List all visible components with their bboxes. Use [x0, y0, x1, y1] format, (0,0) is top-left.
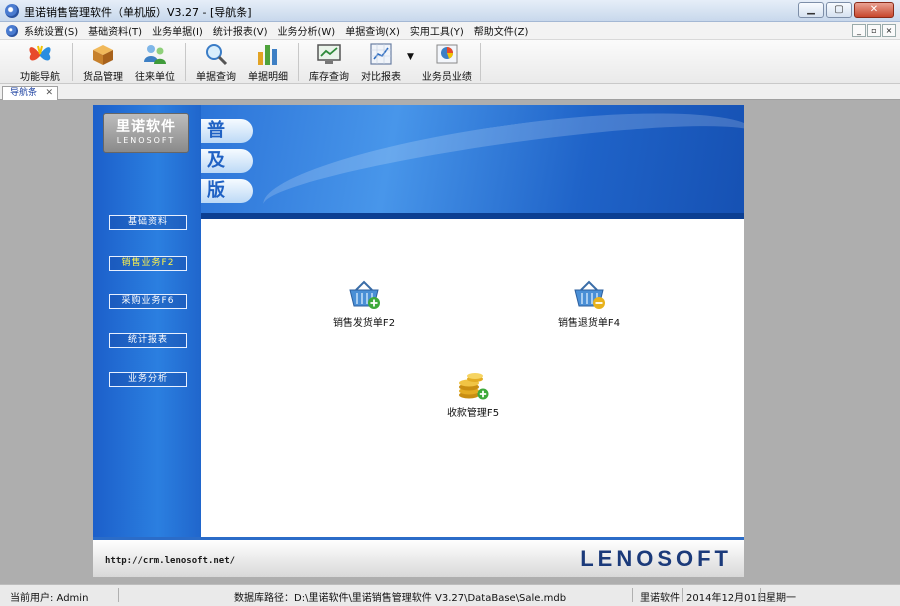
dropdown-arrow-icon[interactable]: ▼	[407, 52, 414, 62]
window-controls: ▁ ▢ ✕	[798, 2, 894, 18]
sidebar-item-analysis[interactable]: 业务分析	[109, 372, 187, 387]
menu-tools[interactable]: 实用工具(Y)	[410, 23, 464, 38]
close-icon[interactable]: ✕	[45, 87, 53, 99]
navigation-panel: 里诺软件 LENOSOFT 基础资料 销售业务F2 采购业务F6 统计报表 业务…	[93, 105, 744, 577]
workspace: 里诺软件 LENOSOFT 基础资料 销售业务F2 采购业务F6 统计报表 业务…	[0, 100, 900, 584]
basket-minus-icon	[574, 280, 605, 309]
function-area: 销售发货单F2 销售退货单F4 收款管理F5	[201, 219, 744, 537]
toolbar-goods-button[interactable]: 货品管理	[77, 40, 129, 84]
toolbar-separator	[479, 43, 481, 81]
menu-help[interactable]: 帮助文件(Z)	[474, 23, 529, 38]
status-separator	[682, 588, 683, 602]
panel-footer: http://crm.lenosoft.net/ LENOSOFT	[93, 537, 744, 577]
sidebar-item-basic-data[interactable]: 基础资料	[109, 215, 187, 230]
status-bar: 当前用户: Admin 数据库路径：D:\里诺软件\里诺销售管理软件 V3.27…	[0, 584, 900, 606]
menu-documents[interactable]: 业务单据(I)	[152, 23, 203, 38]
receipt-management-button[interactable]: 收款管理F5	[413, 369, 533, 419]
app-icon[interactable]	[5, 4, 19, 18]
toolbar-label: 往来单位	[135, 72, 175, 83]
sidebar-item-reports[interactable]: 统计报表	[109, 333, 187, 348]
butterfly-icon	[27, 42, 53, 66]
mdi-controls: _ ▫ ×	[852, 24, 896, 37]
menu-doc-query[interactable]: 单据查询(X)	[345, 23, 400, 38]
footer-brand-logo: LENOSOFT	[580, 546, 732, 571]
sidebar-item-purchase[interactable]: 采购业务F6	[109, 294, 187, 309]
pie-chart-icon	[434, 42, 460, 66]
maximize-button[interactable]: ▢	[826, 2, 852, 18]
status-db-path: 数据库路径：D:\里诺软件\里诺销售管理软件 V3.27\DataBase\Sa…	[234, 593, 567, 604]
toolbar-stock-query-button[interactable]: 库存查询	[303, 40, 355, 84]
toolbar: 功能导航 货品管理 往来单位 单据查询 单据明细 库存查询 对比报表 ▼ 业务员…	[0, 40, 900, 84]
logo-en-text: LENOSOFT	[116, 136, 176, 145]
status-separator	[118, 588, 119, 602]
footer-url-link[interactable]: http://crm.lenosoft.net/	[105, 556, 235, 566]
toolbar-label: 业务员业绩	[421, 72, 472, 83]
magnifier-icon	[203, 42, 229, 66]
report-icon	[368, 42, 394, 66]
menu-bar: 系统设置(S) 基础资料(T) 业务单据(I) 统计报表(V) 业务分析(W) …	[0, 22, 900, 40]
toolbar-separator	[185, 43, 186, 81]
status-date: 2014年12月01日	[686, 593, 767, 604]
mdi-restore-button[interactable]: ▫	[867, 24, 881, 37]
status-current-user: 当前用户: Admin	[10, 593, 89, 604]
toolbar-separator	[298, 43, 299, 81]
menu-analysis[interactable]: 业务分析(W)	[278, 23, 336, 38]
banner-wave	[257, 105, 744, 219]
toolbar-doc-query-button[interactable]: 单据查询	[190, 40, 242, 84]
basket-add-icon	[349, 280, 380, 309]
bar-chart-icon	[255, 42, 281, 66]
sales-return-label: 销售退货单F4	[557, 318, 621, 329]
window-title: 里诺销售管理软件（单机版）V3.27 - [导航条]	[24, 6, 252, 19]
status-company: 里诺软件	[640, 593, 680, 604]
tab-label: 导航条	[10, 88, 38, 98]
tab-navigation[interactable]: 导航条 ✕	[2, 86, 58, 100]
receipt-management-label: 收款管理F5	[446, 408, 500, 419]
toolbar-doc-detail-button[interactable]: 单据明细	[242, 40, 294, 84]
minimize-button[interactable]: ▁	[798, 2, 824, 18]
toolbar-label: 货品管理	[83, 72, 123, 83]
toolbar-label: 单据明细	[248, 72, 288, 83]
toolbar-label: 功能导航	[20, 72, 60, 83]
monitor-icon	[316, 42, 342, 66]
sales-delivery-label: 销售发货单F2	[332, 318, 396, 329]
edition-banner: 普 及 版	[201, 105, 744, 219]
sales-delivery-button[interactable]: 销售发货单F2	[304, 279, 424, 329]
left-sidebar: 里诺软件 LENOSOFT 基础资料 销售业务F2 采购业务F6 统计报表 业务…	[93, 105, 201, 537]
status-separator	[632, 588, 633, 602]
edition-char-2: 及	[201, 149, 253, 173]
title-bar: 里诺销售管理软件（单机版）V3.27 - [导航条] ▁ ▢ ✕	[0, 0, 900, 22]
edition-char-3: 版	[201, 179, 253, 203]
status-separator	[760, 588, 761, 602]
sidebar-item-sales[interactable]: 销售业务F2	[109, 256, 187, 271]
mdi-minimize-button[interactable]: _	[852, 24, 866, 37]
lenosoft-logo: 里诺软件 LENOSOFT	[103, 113, 189, 153]
toolbar-label: 单据查询	[196, 72, 236, 83]
tab-strip: 导航条 ✕	[0, 84, 900, 100]
mdi-close-button[interactable]: ×	[882, 24, 896, 37]
coins-add-icon	[459, 373, 489, 400]
menu-basic-data[interactable]: 基础资料(T)	[88, 23, 142, 38]
toolbar-nav-button[interactable]: 功能导航	[12, 40, 68, 84]
edition-char-1: 普	[201, 119, 253, 143]
status-weekday: 星期一	[766, 593, 796, 604]
logo-cn-text: 里诺软件	[116, 119, 176, 135]
users-icon	[142, 42, 168, 66]
toolbar-partners-button[interactable]: 往来单位	[129, 40, 181, 84]
document-icon[interactable]	[6, 24, 18, 37]
toolbar-label: 对比报表	[361, 72, 401, 83]
sales-return-button[interactable]: 销售退货单F4	[529, 279, 649, 329]
toolbar-separator	[72, 43, 73, 81]
close-button[interactable]: ✕	[854, 2, 894, 18]
toolbar-compare-report-button[interactable]: 对比报表	[355, 40, 407, 84]
menu-reports[interactable]: 统计报表(V)	[213, 23, 268, 38]
menu-system-settings[interactable]: 系统设置(S)	[24, 23, 78, 38]
toolbar-salesman-perf-button[interactable]: 业务员业绩	[418, 40, 476, 84]
toolbar-label: 库存查询	[309, 72, 349, 83]
box-icon	[90, 42, 116, 66]
